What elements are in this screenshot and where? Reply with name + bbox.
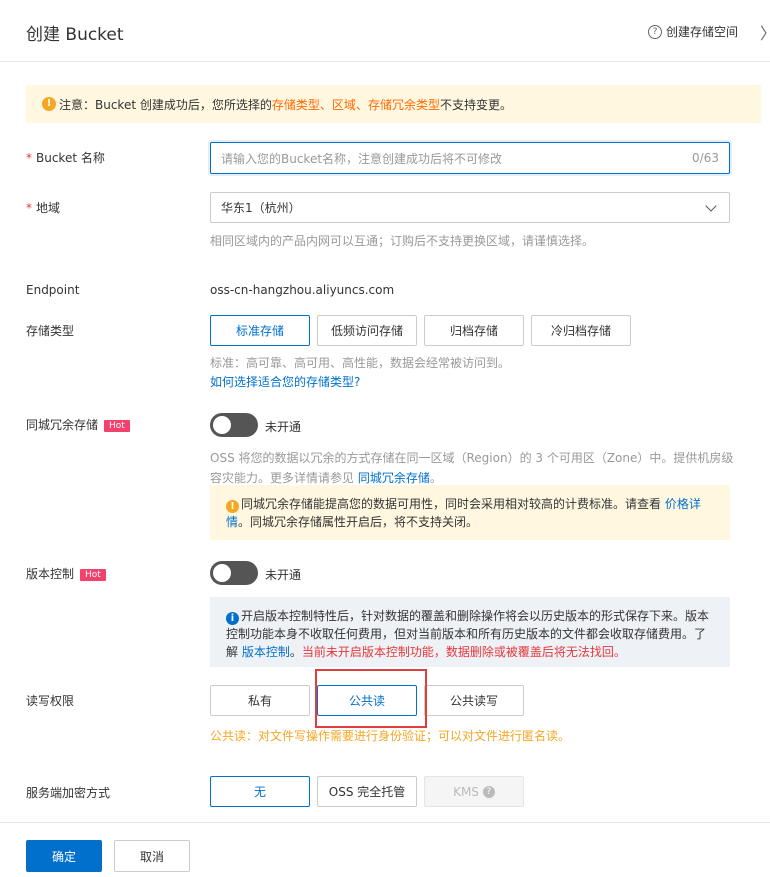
versioning-toggle-label: 未开通 (265, 568, 302, 582)
versioning-label-text: 版本控制 (26, 567, 75, 581)
storage-class-label: 存储类型 (26, 324, 75, 338)
notice-suffix: 不支持变更。 (439, 97, 512, 112)
bucket-name-placeholder: 请输入您的Bucket名称，注意创建成功后将不可修改 (221, 151, 503, 166)
zrs-hint-suffix: 。 (429, 471, 442, 485)
notice-banner: ! 注意：Bucket 创建成功后，您所选择的 存储类型 、 区域 、 存储冗余… (26, 85, 761, 123)
region-label-text: 地域 (36, 201, 61, 215)
bucket-name-input[interactable]: 请输入您的Bucket名称，注意创建成功后将不可修改 0/63 (210, 142, 730, 174)
highlight-box (315, 669, 427, 728)
encryption-oss-managed[interactable]: OSS 完全托管 (317, 776, 417, 807)
page-title: 创建 Bucket (26, 25, 124, 45)
zrs-hint-text: OSS 将您的数据以冗余的方式存储在同一区域（Region）的 3 个可用区（Z… (210, 451, 734, 485)
chevron-down-icon (705, 199, 717, 212)
warning-icon: ! (42, 97, 56, 111)
versioning-doc-link[interactable]: 版本控制 (242, 645, 290, 659)
drawer-header: 创建 Bucket ? 创建存储空间 〉 (0, 0, 770, 62)
bucket-name-label: * Bucket 名称 (26, 149, 105, 166)
toggle-knob (213, 416, 231, 434)
acl-private[interactable]: 私有 (210, 685, 310, 716)
notice-link-storage-class[interactable]: 存储类型 (272, 96, 320, 113)
storage-class-standard[interactable]: 标准存储 (210, 315, 310, 346)
encryption-none[interactable]: 无 (210, 776, 310, 807)
zrs-label: 同城冗余存储 Hot (26, 416, 130, 433)
storage-class-ia[interactable]: 低频访问存储 (317, 315, 417, 346)
acl-label: 读写权限 (26, 694, 75, 708)
cancel-button[interactable]: 取消 (114, 840, 190, 872)
versioning-label: 版本控制 Hot (26, 565, 106, 582)
versioning-info-box: i 开启版本控制特性后，针对数据的覆盖和删除操作将会以历史版本的形式保存下来。版本… (210, 597, 730, 667)
required-mark: * (26, 151, 32, 165)
zrs-doc-link[interactable]: 同城冗余存储 (358, 471, 430, 485)
warning-icon: ! (226, 500, 239, 513)
region-hint: 相同区域内的产品内网可以互通；订购后不支持更换区域，请谨慎选择。 (210, 234, 595, 248)
endpoint-label: Endpoint (26, 283, 80, 297)
region-value: 华东1（杭州） (221, 201, 301, 215)
notice-link-redundancy[interactable]: 存储冗余类型 (368, 96, 440, 113)
region-select[interactable]: 华东1（杭州） (210, 192, 730, 223)
zrs-warning-text: 同城冗余存储能提高您的数据可用性，同时会采用相对较高的计费标准。请查看 (241, 497, 665, 511)
create-bucket-help-link[interactable]: ? 创建存储空间 (648, 23, 738, 40)
char-counter: 0/63 (692, 151, 719, 165)
zrs-toggle-label: 未开通 (265, 420, 302, 434)
versioning-info-sep: 。 (289, 645, 302, 659)
help-icon: ? (648, 24, 662, 39)
hot-badge: Hot (80, 569, 106, 581)
zrs-warning-suffix: 。同城冗余存储属性开启后，将不支持关闭。 (238, 515, 479, 529)
acl-note: 公共读：对文件写操作需要进行身份验证；可以对文件进行匿名读。 (210, 729, 571, 743)
zrs-toggle[interactable] (210, 413, 258, 437)
info-icon: i (226, 612, 239, 625)
zrs-label-text: 同城冗余存储 (26, 418, 99, 432)
versioning-toggle[interactable] (210, 561, 258, 585)
notice-sep: 、 (355, 97, 368, 112)
confirm-button[interactable]: 确定 (26, 840, 102, 872)
zrs-warning-box: ! 同城冗余存储能提高您的数据可用性，同时会采用相对较高的计费标准。请查看 价格详… (210, 485, 730, 540)
collapse-chevron-icon[interactable]: 〉 (760, 20, 770, 44)
bucket-name-label-text: Bucket 名称 (36, 151, 105, 165)
storage-class-archive[interactable]: 归档存储 (424, 315, 524, 346)
storage-class-cold-archive[interactable]: 冷归档存储 (531, 315, 631, 346)
notice-sep: 、 (319, 97, 332, 112)
endpoint-value: oss-cn-hangzhou.aliyuncs.com (210, 283, 395, 297)
storage-class-help-link[interactable]: 如何选择适合您的存储类型? (210, 372, 360, 392)
acl-public-read-write[interactable]: 公共读写 (424, 685, 524, 716)
toggle-knob (213, 564, 231, 582)
kms-label: KMS (453, 784, 479, 799)
encryption-label: 服务端加密方式 (26, 786, 111, 800)
help-icon: ? (482, 785, 495, 798)
versioning-warning-text: 当前未开启版本控制功能，数据删除或被覆盖后将无法找回。 (301, 645, 626, 659)
encryption-kms: KMS? (424, 776, 524, 807)
storage-class-hint: 标准：高可靠、高可用、高性能，数据会经常被访问到。 (210, 356, 511, 370)
required-mark: * (26, 201, 32, 215)
notice-link-region[interactable]: 区域 (332, 96, 356, 113)
help-link-label: 创建存储空间 (666, 25, 739, 39)
notice-prefix: 注意：Bucket 创建成功后，您所选择的 (59, 97, 272, 112)
region-label: * 地域 (26, 199, 60, 216)
zrs-hint: OSS 将您的数据以冗余的方式存储在同一区域（Region）的 3 个可用区（Z… (210, 448, 735, 488)
hot-badge: Hot (104, 420, 130, 432)
